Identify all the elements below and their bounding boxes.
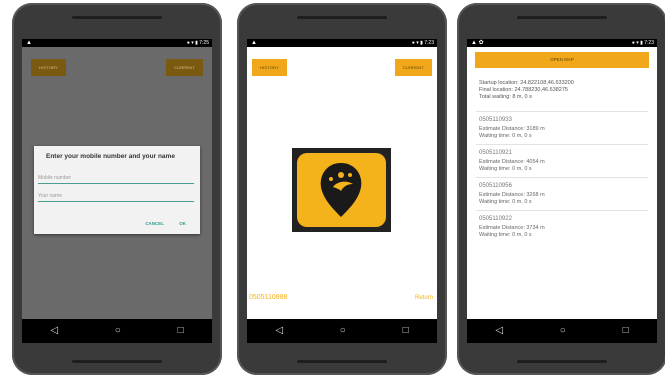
- recent-square-icon[interactable]: □: [623, 326, 629, 336]
- entry-distance: Estimate Distance: 3268 m: [479, 192, 545, 198]
- phone-1: ▲ ● ▾ ▮ 7:25 HISTORY CURRENT Enter your …: [12, 3, 222, 375]
- dialog-title: Enter your mobile number and your name: [46, 153, 175, 160]
- list-item[interactable]: 0505110956 Estimate Distance: 3268 m Wai…: [476, 177, 648, 210]
- dialog-actions: CANCEL OK: [131, 221, 186, 226]
- entry-distance: Estimate Distance: 4054 m: [479, 159, 545, 165]
- entry-waiting: Waiting time: 0 m, 0 s: [479, 166, 532, 172]
- home-circle-icon[interactable]: ○: [115, 326, 121, 336]
- screen-2: ▲ ● ▾ ▮ 7:23 HISTORY CURRENT 0505110888 …: [247, 39, 437, 343]
- home-circle-icon[interactable]: ○: [560, 326, 566, 336]
- entry-number: 0505110933: [479, 117, 512, 123]
- cancel-button[interactable]: CANCEL: [145, 221, 164, 226]
- android-icon: ▲: [251, 40, 257, 46]
- phone-3: ▲ ✿ ● ▾ ▮ 7:23 OPEN MAP Startup location…: [457, 3, 665, 375]
- status-bar: ▲ ● ▾ ▮ 7:23: [247, 39, 437, 47]
- entry-number: 0505110922: [479, 216, 512, 222]
- status-time: ● ▾ ▮ 7:25: [186, 40, 209, 46]
- list-item[interactable]: 0505110922 Estimate Distance: 3734 m Wai…: [476, 210, 648, 243]
- nav-bar: ◁ ○ □: [22, 319, 212, 343]
- status-bar: ▲ ● ▾ ▮ 7:25: [22, 39, 212, 47]
- entry-distance: Estimate Distance: 3734 m: [479, 225, 545, 231]
- speaker-top: [517, 16, 607, 19]
- entry-waiting: Waiting time: 0 m, 0 s: [479, 199, 532, 205]
- open-map-button[interactable]: OPEN MAP: [475, 52, 649, 68]
- entry-number: 0505110921: [479, 150, 512, 156]
- list-item[interactable]: 0505110921 Estimate Distance: 4054 m Wai…: [476, 144, 648, 177]
- entry-distance: Estimate Distance: 3189 m: [479, 126, 545, 132]
- entry-waiting: Waiting time: 0 m, 0 s: [479, 232, 532, 238]
- status-time: ● ▾ ▮ 7:23: [411, 40, 434, 46]
- nav-bar: ◁ ○ □: [247, 319, 437, 343]
- speaker-top: [297, 16, 387, 19]
- name-field[interactable]: Your name: [38, 192, 194, 202]
- pin-bird-icon: [320, 163, 362, 217]
- status-bar: ▲ ✿ ● ▾ ▮ 7:23: [467, 39, 657, 47]
- screen-1: ▲ ● ▾ ▮ 7:25 HISTORY CURRENT Enter your …: [22, 39, 212, 343]
- speaker-bottom: [72, 360, 162, 363]
- back-triangle-icon[interactable]: ◁: [50, 326, 58, 336]
- app-logo: [292, 148, 391, 232]
- history-button[interactable]: HISTORY: [252, 59, 288, 76]
- phone-number-label: 0505110888: [249, 294, 288, 301]
- android-icon: ▲ ✿: [471, 40, 484, 46]
- list-item[interactable]: 0505110933 Estimate Distance: 3189 m Wai…: [476, 111, 648, 144]
- recent-square-icon[interactable]: □: [403, 326, 409, 336]
- speaker-top: [72, 16, 162, 19]
- app-content: HISTORY CURRENT 0505110888 Return: [247, 47, 437, 319]
- entry-number: 0505110956: [479, 183, 512, 189]
- startup-location: Startup location: 24.822108,46.633200: [479, 80, 574, 86]
- total-waiting: Total waiting: 8 m, 0 s: [479, 94, 532, 100]
- entry-waiting: Waiting time: 0 m, 0 s: [479, 133, 532, 139]
- trip-summary: Startup location: 24.822108,46.633200 Fi…: [479, 80, 649, 101]
- nav-bar: ◁ ○ □: [467, 319, 657, 343]
- recent-square-icon[interactable]: □: [178, 326, 184, 336]
- register-dialog: Enter your mobile number and your name M…: [34, 146, 200, 234]
- screen-3: ▲ ✿ ● ▾ ▮ 7:23 OPEN MAP Startup location…: [467, 39, 657, 343]
- history-button[interactable]: HISTORY: [31, 59, 67, 76]
- current-button[interactable]: CURRENT: [395, 59, 432, 76]
- app-content: HISTORY CURRENT Enter your mobile number…: [22, 47, 212, 319]
- current-button[interactable]: CURRENT: [166, 59, 203, 76]
- app-content: OPEN MAP Startup location: 24.822108,46.…: [467, 47, 657, 319]
- home-circle-icon[interactable]: ○: [340, 326, 346, 336]
- status-time: ● ▾ ▮ 7:23: [631, 40, 654, 46]
- final-location: Final location: 24.788230,46.638275: [479, 87, 568, 93]
- back-triangle-icon[interactable]: ◁: [495, 326, 503, 336]
- passenger-list: 0505110933 Estimate Distance: 3189 m Wai…: [476, 111, 648, 243]
- mobile-number-field[interactable]: Mobile number: [38, 174, 194, 184]
- phone-2: ▲ ● ▾ ▮ 7:23 HISTORY CURRENT 0505110888 …: [237, 3, 447, 375]
- ok-button[interactable]: OK: [179, 221, 186, 226]
- android-icon: ▲: [26, 40, 32, 46]
- back-triangle-icon[interactable]: ◁: [275, 326, 283, 336]
- speaker-bottom: [517, 360, 607, 363]
- return-button[interactable]: Return: [415, 295, 433, 301]
- speaker-bottom: [297, 360, 387, 363]
